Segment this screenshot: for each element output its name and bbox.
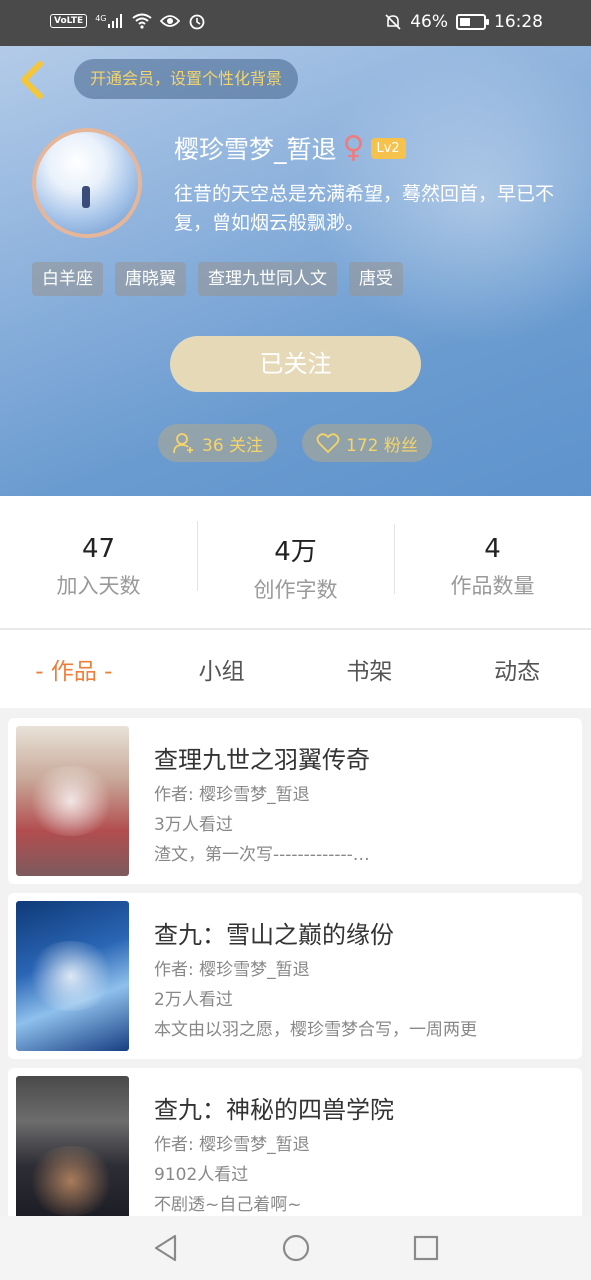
book-title: 查理九世之羽翼传奇 — [154, 746, 370, 774]
status-bar: VoLTE 4G 46% 16:28 — [0, 0, 591, 46]
tag[interactable]: 唐晓翼 — [115, 262, 186, 296]
network-label: 4G — [95, 14, 107, 23]
bio: 往昔的天空总是充满希望，蓦然回首，早已不复，曾如烟云般飘渺。 — [174, 183, 555, 234]
stat-words: 4万 创作字数 — [197, 520, 394, 604]
stat-days: 47 加入天数 — [0, 524, 197, 600]
vip-banner[interactable]: 开通会员，设置个性化背景 — [74, 59, 299, 99]
triangle-back-icon — [154, 1234, 176, 1262]
chevron-left-icon — [21, 61, 43, 99]
cover-art — [26, 766, 116, 836]
eye-icon — [159, 15, 180, 27]
book-cover — [16, 901, 129, 1051]
book-description: 渣文，第一次写-------------… — [154, 845, 370, 865]
book-author: 作者: 樱珍雪梦_暂退 — [154, 1135, 310, 1155]
following-button[interactable]: 36 关注 — [158, 424, 278, 462]
nav-recents-button[interactable] — [411, 1233, 441, 1263]
square-recents-icon — [413, 1235, 438, 1261]
tab-works[interactable]: - 作品 - — [0, 652, 148, 686]
tag[interactable]: 唐受 — [349, 262, 403, 296]
battery-fill — [460, 18, 471, 26]
back-button[interactable] — [14, 58, 50, 102]
volte-indicator: VoLTE — [50, 14, 88, 28]
book-card[interactable]: 查九：神秘的四兽学院 作者: 樱珍雪梦_暂退 9102人看过 不剧透~自己着啊~ — [8, 1068, 582, 1216]
book-views: 2万人看过 — [154, 990, 233, 1010]
tag[interactable]: 查理九世同人文 — [198, 262, 337, 296]
avatar[interactable] — [32, 128, 142, 238]
stat-label: 加入天数 — [56, 574, 141, 598]
stat-label: 创作字数 — [253, 577, 338, 602]
book-description: 本文由以羽之愿，樱珍雪梦合写，一周两更 — [154, 1020, 477, 1040]
nav-back-button[interactable] — [151, 1233, 181, 1263]
stats-row: 47 加入天数 4万 创作字数 4 作品数量 — [0, 496, 591, 628]
stat-works: 4 作品数量 — [394, 524, 591, 600]
cover-art — [26, 941, 116, 1011]
following-count: 36 关注 — [202, 435, 264, 456]
level-badge: Lv2 — [370, 137, 406, 159]
cover-art — [26, 1146, 116, 1216]
clock: 16:28 — [494, 12, 543, 32]
tag[interactable]: 白羊座 — [32, 262, 103, 296]
wifi-icon — [131, 13, 152, 29]
heart-icon — [316, 433, 340, 454]
stat-label: 作品数量 — [450, 574, 535, 598]
book-description: 不剧透~自己着啊~ — [154, 1195, 302, 1215]
profile-header: 开通会员，设置个性化背景 樱珍雪梦_暂退 ♀ Lv2 往昔的天空总是充满希望，蓦… — [0, 46, 591, 496]
alarm-icon — [189, 14, 204, 30]
book-card[interactable]: 查理九世之羽翼传奇 作者: 樱珍雪梦_暂退 3万人看过 渣文，第一次写-----… — [8, 718, 582, 884]
follow-button[interactable]: 已关注 — [170, 336, 421, 392]
book-author: 作者: 樱珍雪梦_暂退 — [154, 960, 310, 980]
tag-list: 白羊座 唐晓翼 查理九世同人文 唐受 — [32, 262, 403, 296]
stat-value: 47 — [81, 534, 116, 564]
system-nav-bar — [0, 1216, 591, 1280]
tab-bar: - 作品 - 小组 书架 动态 — [0, 630, 591, 708]
book-author: 作者: 樱珍雪梦_暂退 — [154, 785, 310, 805]
book-card[interactable]: 查九：雪山之巅的缘份 作者: 樱珍雪梦_暂退 2万人看过 本文由以羽之愿，樱珍雪… — [8, 893, 582, 1059]
battery-percent: 46% — [410, 12, 448, 32]
status-right: 46% 16:28 — [384, 12, 543, 32]
username: 樱珍雪梦_暂退 — [174, 135, 337, 164]
fans-count: 172 粉丝 — [346, 435, 418, 456]
tab-groups[interactable]: 小组 — [148, 652, 296, 686]
book-list: 查理九世之羽翼传奇 作者: 樱珍雪梦_暂退 3万人看过 渣文，第一次写-----… — [0, 708, 591, 1216]
battery-icon — [456, 14, 489, 30]
tab-activity[interactable]: 动态 — [443, 652, 591, 686]
status-left: VoLTE 4G — [50, 12, 206, 30]
female-icon: ♀ — [342, 130, 365, 165]
circle-home-icon — [282, 1234, 309, 1262]
book-views: 9102人看过 — [154, 1165, 249, 1185]
signal-icon: 4G — [95, 14, 123, 28]
stat-value: 4 — [484, 534, 501, 564]
book-title: 查九：雪山之巅的缘份 — [154, 921, 394, 949]
nav-home-button[interactable] — [281, 1233, 311, 1263]
username-row: 樱珍雪梦_暂退 ♀ Lv2 — [174, 130, 406, 166]
book-cover — [16, 726, 129, 876]
tab-bookshelf[interactable]: 书架 — [296, 652, 444, 686]
book-views: 3万人看过 — [154, 815, 233, 835]
fans-button[interactable]: 172 粉丝 — [302, 424, 432, 462]
book-cover — [16, 1076, 129, 1216]
user-add-icon — [173, 433, 193, 454]
stat-value: 4万 — [274, 536, 317, 567]
book-title: 查九：神秘的四兽学院 — [154, 1096, 394, 1124]
mute-bell-icon — [385, 14, 401, 30]
avatar-figure — [82, 186, 90, 208]
